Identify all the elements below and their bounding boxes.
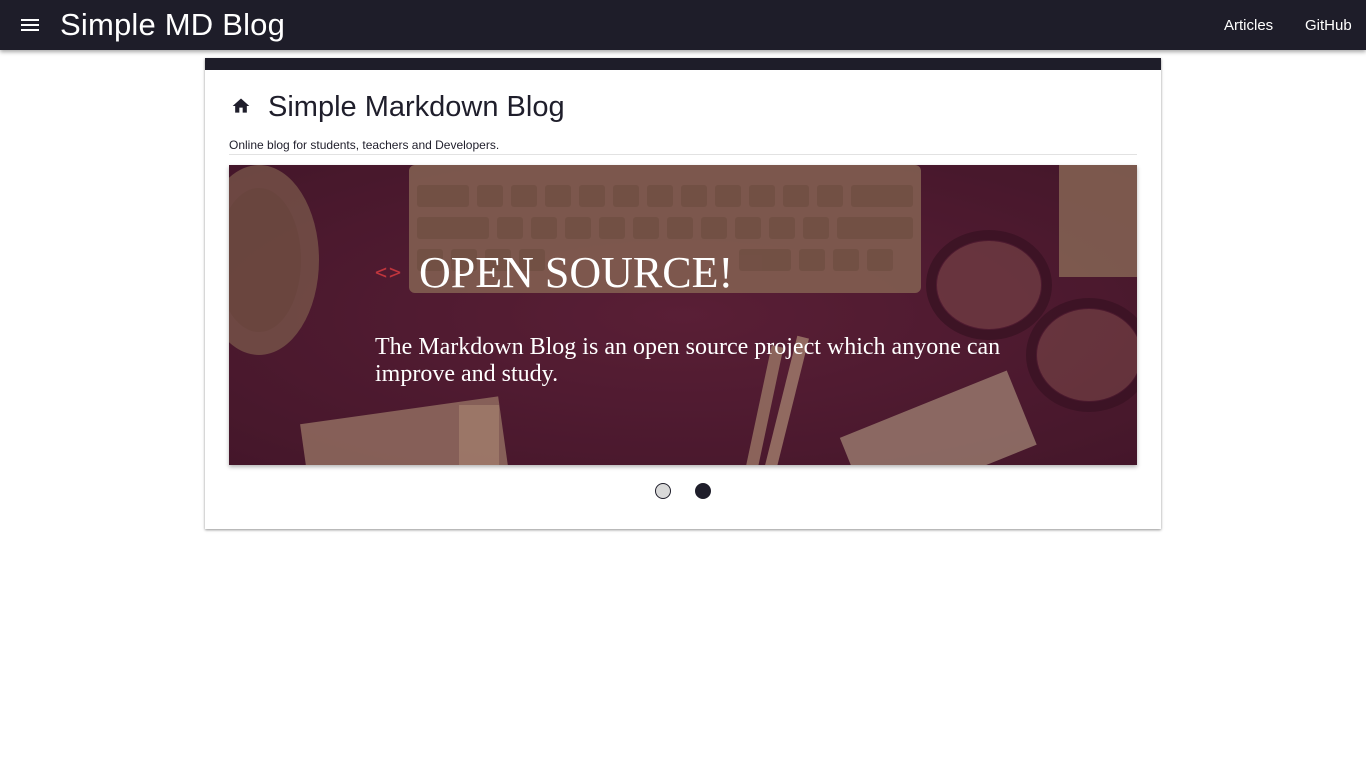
divider <box>229 154 1137 155</box>
menu-icon-line <box>21 24 39 26</box>
menu-icon-line <box>21 29 39 31</box>
carousel-slide[interactable]: <> OPEN SOURCE! The Markdown Blog is an … <box>229 165 1137 465</box>
code-icon: <> <box>375 260 404 284</box>
menu-icon-line <box>21 19 39 21</box>
menu-icon[interactable] <box>14 10 46 40</box>
card-accent-bar <box>205 58 1161 70</box>
top-app-bar: Simple MD Blog Articles GitHub <box>0 0 1366 50</box>
nav-link-articles[interactable]: Articles <box>1224 16 1273 36</box>
page-subtitle: Online blog for students, teachers and D… <box>229 138 500 152</box>
main-card: Simple Markdown Blog Online blog for stu… <box>205 58 1161 529</box>
carousel-dot-2-active[interactable] <box>695 483 711 499</box>
app-title[interactable]: Simple MD Blog <box>60 6 285 44</box>
slide-background-image <box>229 165 1137 465</box>
home-icon <box>232 98 250 113</box>
slide-heading: OPEN SOURCE! <box>419 248 734 297</box>
slide-text: The Markdown Blog is an open source proj… <box>375 334 1001 387</box>
carousel-dot-1[interactable] <box>655 483 671 499</box>
page-title: Simple Markdown Blog <box>268 91 565 123</box>
nav-link-github[interactable]: GitHub <box>1305 16 1352 36</box>
